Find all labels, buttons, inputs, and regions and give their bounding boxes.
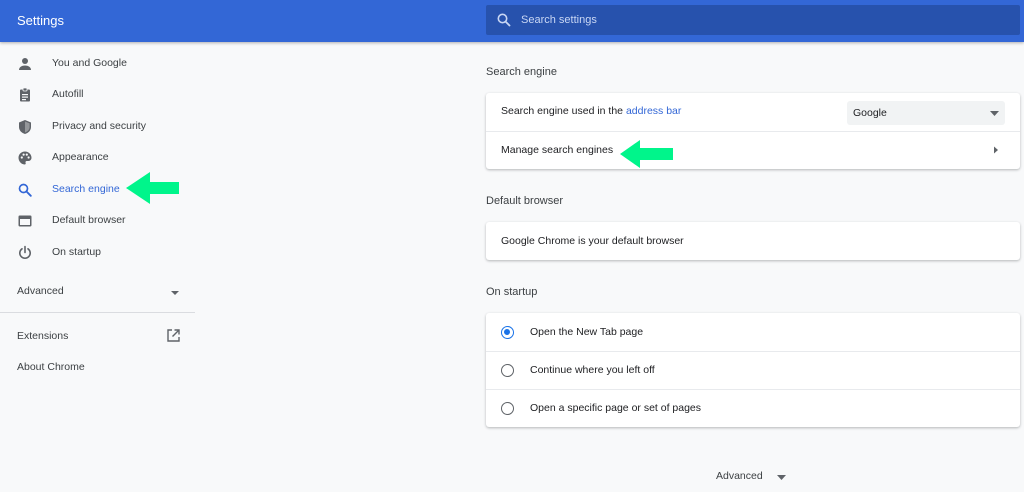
sidebar-item-autofill[interactable]: Autofill: [0, 81, 195, 109]
radio-label: Open a specific page or set of pages: [530, 402, 702, 414]
search-input[interactable]: [521, 5, 1001, 35]
manage-search-engines-row[interactable]: Manage search engines: [486, 131, 1020, 169]
default-browser-status: Google Chrome is your default browser: [501, 235, 684, 247]
browser-window-icon: [18, 215, 32, 227]
sidebar-item-privacy[interactable]: Privacy and security: [0, 113, 195, 141]
search-engine-select[interactable]: Google: [847, 101, 1005, 125]
power-icon: [19, 245, 31, 260]
search-engine-selected-value: Google: [853, 107, 887, 119]
radio-new-tab-page[interactable]: [501, 326, 514, 339]
radio-label: Continue where you left off: [530, 364, 655, 376]
radio-continue-where-left-off[interactable]: [501, 364, 514, 377]
sidebar-item-label: Autofill: [52, 88, 84, 100]
sidebar-divider: [0, 312, 195, 313]
chevron-right-icon: [994, 146, 998, 154]
page-title: Settings: [17, 13, 64, 28]
search-engine-card: Search engine used in the address bar Go…: [486, 93, 1020, 169]
radio-specific-pages[interactable]: [501, 402, 514, 415]
sidebar-item-label: Appearance: [52, 151, 109, 163]
open-in-new-icon[interactable]: [166, 328, 181, 343]
search-icon: [497, 13, 511, 27]
address-bar-link[interactable]: address bar: [626, 105, 681, 117]
sidebar-item-default-browser[interactable]: Default browser: [0, 207, 195, 235]
annotation-arrow-icon: [620, 140, 673, 168]
chevron-down-icon[interactable]: [777, 475, 786, 480]
on-startup-card: Open the New Tab page Continue where you…: [486, 313, 1020, 427]
search-engine-description: Search engine used in the address bar: [501, 105, 682, 117]
palette-icon: [18, 151, 32, 165]
person-icon: [19, 58, 31, 70]
sidebar-extensions[interactable]: Extensions: [17, 330, 68, 342]
sidebar-item-label: Privacy and security: [52, 120, 146, 132]
search-box[interactable]: [486, 5, 1020, 35]
dropdown-arrow-icon: [990, 111, 999, 116]
sidebar-item-on-startup[interactable]: On startup: [0, 239, 195, 267]
clipboard-icon: [20, 87, 30, 102]
row-divider: [486, 389, 1020, 390]
search-engine-row: Search engine used in the address bar Go…: [486, 93, 1020, 131]
sidebar-about-chrome[interactable]: About Chrome: [17, 361, 85, 373]
radio-label: Open the New Tab page: [530, 326, 644, 338]
row-divider: [486, 351, 1020, 352]
sidebar-item-label: You and Google: [52, 57, 127, 69]
sidebar-item-label: Search engine: [52, 183, 120, 195]
sidebar-item-you-and-google[interactable]: You and Google: [0, 50, 195, 78]
manage-search-engines-label: Manage search engines: [501, 144, 614, 156]
sidebar-item-label: On startup: [52, 246, 102, 258]
default-browser-card: Google Chrome is your default browser: [486, 222, 1020, 260]
annotation-arrow-icon: [126, 172, 179, 204]
sidebar-item-label: Default browser: [52, 214, 126, 226]
section-title-on-startup: On startup: [486, 286, 538, 298]
sidebar-advanced[interactable]: Advanced: [17, 285, 64, 297]
chevron-down-icon[interactable]: [170, 290, 180, 296]
section-title-search-engine: Search engine: [486, 66, 557, 78]
search-icon: [18, 183, 32, 197]
settings-header: Settings: [0, 0, 1024, 42]
advanced-toggle[interactable]: Advanced: [716, 470, 763, 482]
sidebar-item-appearance[interactable]: Appearance: [0, 144, 195, 172]
section-title-default-browser: Default browser: [486, 195, 564, 207]
shield-icon: [19, 120, 31, 134]
sidebar: You and Google Autofill Privacy and secu…: [0, 42, 195, 492]
